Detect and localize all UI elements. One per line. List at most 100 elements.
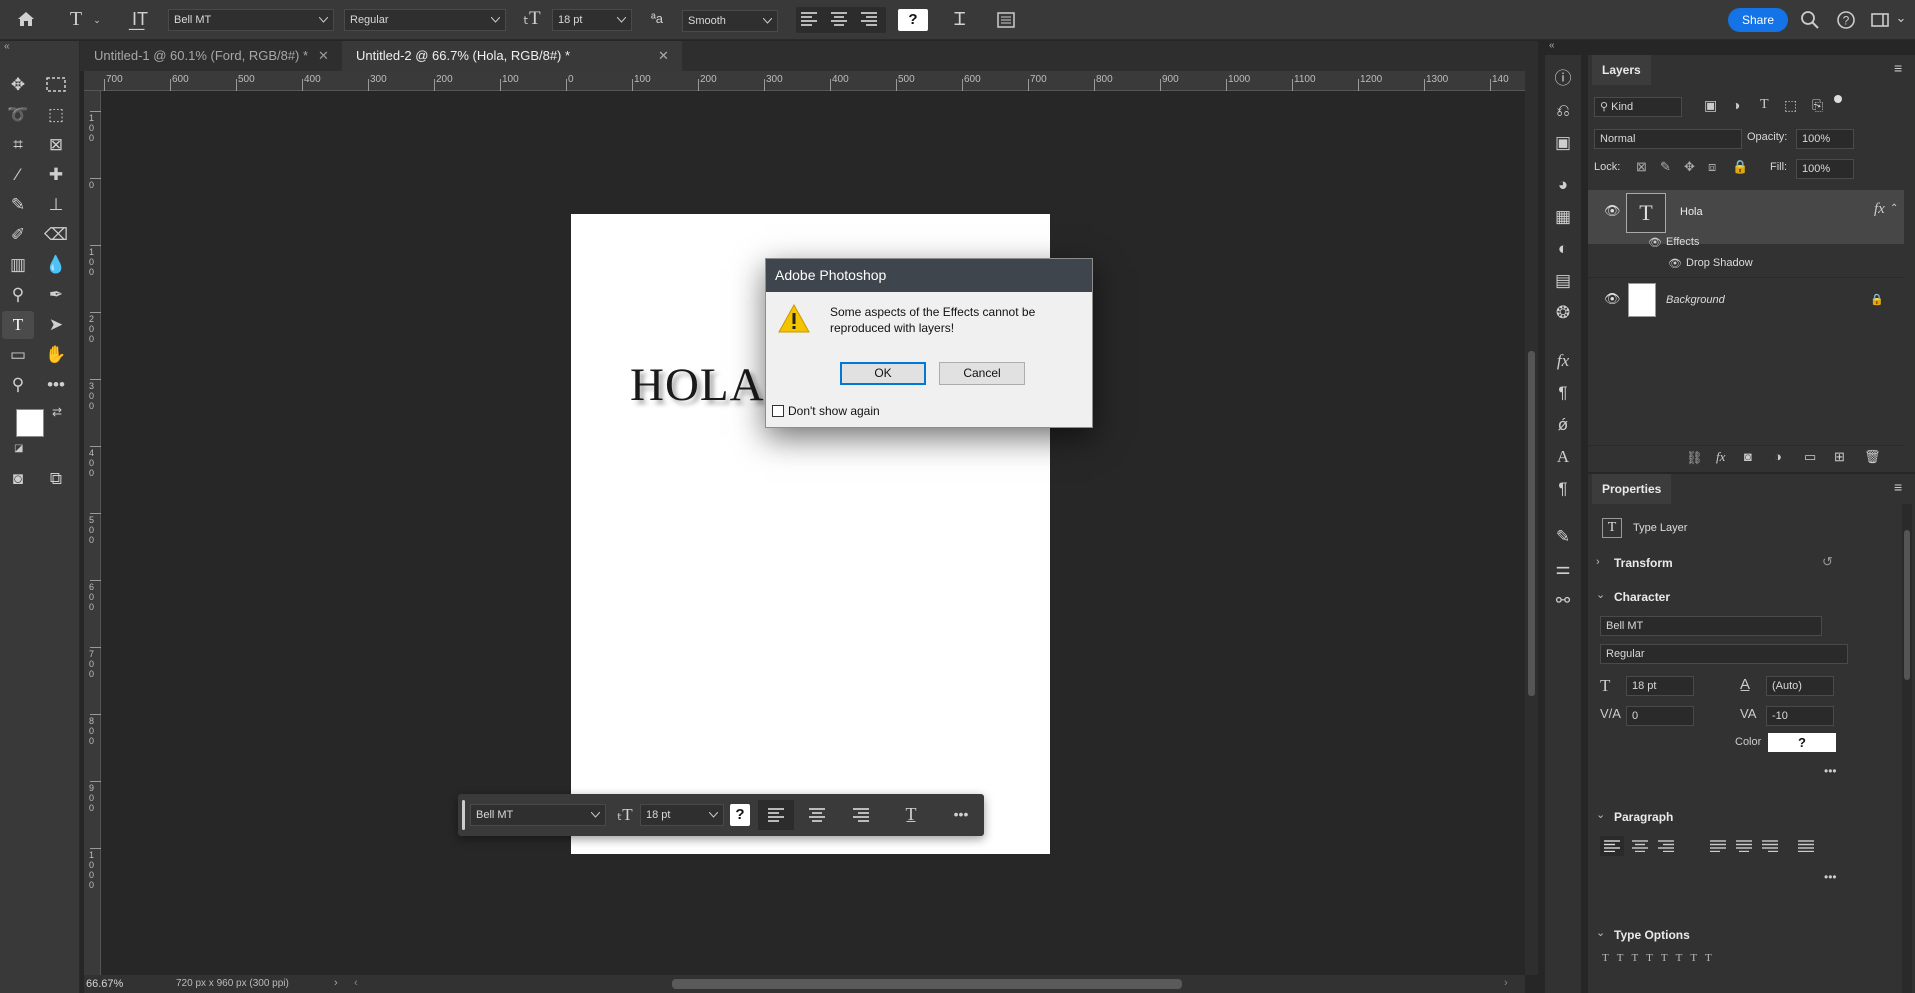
paragraph-styles-icon[interactable]: ¶ xyxy=(1545,377,1581,409)
chevron-down-icon[interactable]: ⌄ xyxy=(1894,8,1908,28)
align-center-icon[interactable] xyxy=(830,11,848,27)
font-style-select[interactable]: Regular xyxy=(344,9,506,31)
panel-menu-icon[interactable]: ≡ xyxy=(1894,479,1902,495)
document-info[interactable]: 720 px x 960 px (300 ppi) xyxy=(176,978,289,989)
chevron-down-icon[interactable]: ⌄ xyxy=(1596,808,1605,821)
align-right-icon[interactable] xyxy=(1658,840,1674,852)
character-color-swatch[interactable]: ? xyxy=(1768,733,1836,752)
visibility-eye-icon[interactable]: 👁 xyxy=(1604,203,1621,219)
lock-position-icon[interactable]: ✥ xyxy=(1684,159,1695,175)
marquee-tool-icon[interactable] xyxy=(40,71,72,99)
context-font-family-select[interactable]: Bell MT xyxy=(470,804,606,826)
align-left-button[interactable] xyxy=(758,800,794,830)
character-size-input[interactable]: 18 pt xyxy=(1626,676,1694,696)
panel-menu-icon[interactable]: ≡ xyxy=(1894,60,1902,76)
font-size-input[interactable]: 18 pt xyxy=(552,9,632,31)
tab-properties[interactable]: Properties xyxy=(1592,474,1672,504)
character-leading-input[interactable]: (Auto) xyxy=(1766,676,1834,696)
search-icon[interactable] xyxy=(1800,10,1820,30)
share-button[interactable]: Share xyxy=(1728,8,1788,32)
healing-brush-tool-icon[interactable]: ✚ xyxy=(40,161,72,189)
close-icon[interactable]: ✕ xyxy=(318,41,329,71)
blur-tool-icon[interactable]: 💧 xyxy=(40,251,72,279)
chevron-down-icon[interactable]: ⌄ xyxy=(1596,588,1605,601)
new-group-icon[interactable]: ▭ xyxy=(1804,449,1816,465)
screen-mode-icon[interactable]: ⧉ xyxy=(40,465,72,493)
align-right-icon[interactable] xyxy=(860,11,878,27)
object-selection-tool-icon[interactable]: ⬚ xyxy=(40,101,72,129)
properties-scrollbar[interactable] xyxy=(1902,504,1912,993)
align-center-icon[interactable] xyxy=(1632,840,1648,852)
add-mask-icon[interactable]: ◙ xyxy=(1744,449,1752,464)
pen-tool-icon[interactable]: ✒ xyxy=(40,281,72,309)
crop-tool-icon[interactable]: ⌗ xyxy=(2,131,34,159)
align-center-icon[interactable] xyxy=(808,807,826,823)
type-tool-icon[interactable]: T xyxy=(2,311,34,339)
chevron-right-icon[interactable]: › xyxy=(1596,556,1600,568)
default-colors-icon[interactable]: ◪ xyxy=(14,443,23,454)
lock-image-icon[interactable]: ✎ xyxy=(1660,159,1671,175)
color-icon[interactable]: ◕ xyxy=(1545,169,1581,201)
character-tracking-input[interactable]: -10 xyxy=(1766,706,1834,726)
lock-all-icon[interactable]: 🔒 xyxy=(1732,159,1748,175)
effects-label[interactable]: Effects xyxy=(1666,236,1699,248)
gradient-tool-icon[interactable]: ▥ xyxy=(2,251,34,279)
filter-smart-object-icon[interactable]: ⎘ xyxy=(1812,97,1823,114)
filter-pixel-icon[interactable]: ▣ xyxy=(1704,97,1717,114)
align-left-icon[interactable] xyxy=(800,11,818,27)
swatches-icon[interactable]: ▦ xyxy=(1545,201,1581,233)
history-brush-tool-icon[interactable]: ✐ xyxy=(2,221,34,249)
lock-artboard-icon[interactable]: ⧈ xyxy=(1708,159,1716,175)
collapse-icon[interactable]: « xyxy=(4,41,10,52)
paragraph-section-header[interactable]: Paragraph xyxy=(1614,810,1673,824)
context-font-size-input[interactable]: 18 pt xyxy=(640,804,724,826)
type-tool-preset-icon[interactable]: T xyxy=(66,9,86,29)
cancel-button[interactable]: Cancel xyxy=(939,362,1025,385)
patterns-icon[interactable]: ❂ xyxy=(1545,297,1581,329)
more-tools-icon[interactable]: ••• xyxy=(40,371,72,399)
type-options-section-header[interactable]: Type Options xyxy=(1614,928,1690,942)
home-icon[interactable] xyxy=(16,9,42,29)
character-section-header[interactable]: Character xyxy=(1614,590,1670,604)
workspace-icon[interactable] xyxy=(1870,10,1890,30)
effects-eye-icon[interactable]: 👁 xyxy=(1648,236,1662,249)
anti-alias-select[interactable]: Smooth xyxy=(682,10,778,32)
clone-stamp-tool-icon[interactable]: ⊥ xyxy=(40,191,72,219)
hola-text-layer[interactable]: HOLA xyxy=(630,358,765,412)
lock-transparent-icon[interactable]: ⊠ xyxy=(1636,159,1647,175)
delete-layer-icon[interactable]: 🗑 xyxy=(1864,449,1881,465)
rectangle-tool-icon[interactable]: ▭ xyxy=(2,341,34,369)
close-icon[interactable]: ✕ xyxy=(658,41,669,71)
align-right-icon[interactable] xyxy=(852,807,870,823)
brushes-icon[interactable]: ✎ xyxy=(1545,521,1581,553)
info-icon[interactable]: ⓘ xyxy=(1545,63,1581,95)
move-tool-icon[interactable]: ✥ xyxy=(2,71,34,99)
glyphs-icon[interactable]: ǿ xyxy=(1545,409,1581,441)
link-layers-icon[interactable]: ⛓ xyxy=(1686,450,1703,466)
filter-type-icon[interactable]: T xyxy=(1760,97,1769,113)
chevron-down-icon[interactable]: ⌄ xyxy=(1596,926,1605,939)
dont-show-again-checkbox[interactable] xyxy=(772,405,784,417)
chevron-down-icon[interactable]: ⌄ xyxy=(92,10,102,30)
context-color-swatch[interactable]: ? xyxy=(730,804,750,826)
warp-text-icon[interactable]: Ꮖ xyxy=(948,9,972,29)
chevron-up-icon[interactable]: ⌃ xyxy=(1890,203,1898,214)
blend-mode-select[interactable]: Normal xyxy=(1594,129,1742,149)
opacity-input[interactable]: 100% xyxy=(1796,129,1854,149)
font-family-select[interactable]: Bell MT xyxy=(168,9,334,31)
drop-shadow-label[interactable]: Drop Shadow xyxy=(1686,257,1753,269)
tab-untitled-1[interactable]: Untitled-1 @ 60.1% (Ford, RGB/8#) * ✕ xyxy=(80,41,342,71)
character-font-family-select[interactable]: Bell MT xyxy=(1600,616,1822,636)
character-icon[interactable]: A xyxy=(1545,441,1581,473)
adjustments-icon[interactable]: ◐ xyxy=(1545,233,1581,265)
transform-section-header[interactable]: Transform xyxy=(1614,556,1673,570)
quick-mask-icon[interactable]: ◙ xyxy=(2,465,34,493)
zoom-level[interactable]: 66.67% xyxy=(86,978,123,990)
dialog-title[interactable]: Adobe Photoshop xyxy=(766,259,1092,292)
new-adjustment-icon[interactable]: ◑ xyxy=(1774,449,1782,464)
drop-shadow-eye-icon[interactable]: 👁 xyxy=(1668,257,1682,270)
vertical-scrollbar[interactable] xyxy=(1525,71,1538,975)
path-selection-tool-icon[interactable]: ➤ xyxy=(40,311,72,339)
layer-name[interactable]: Background xyxy=(1666,294,1725,306)
paragraph-icon[interactable]: ¶ xyxy=(1545,473,1581,505)
